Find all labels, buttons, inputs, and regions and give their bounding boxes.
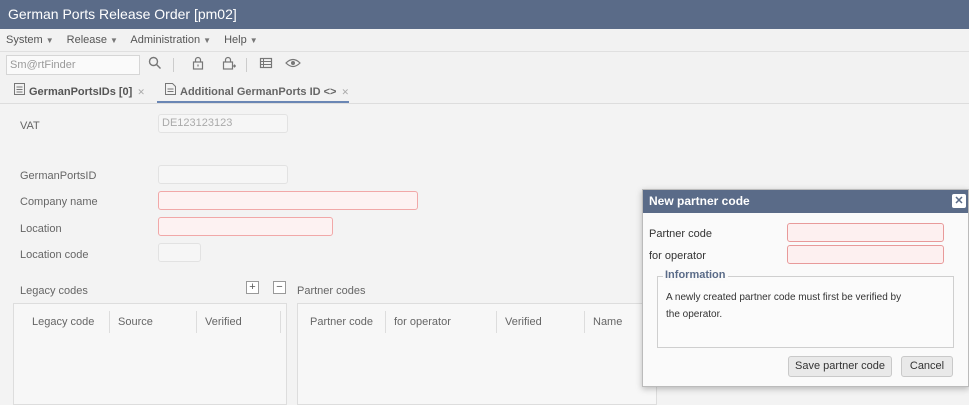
company-name-field[interactable]: [158, 191, 418, 210]
toolbar-separator: [246, 58, 247, 72]
germanportsid-label: GermanPortsID: [20, 170, 97, 182]
add-icon[interactable]: +: [246, 281, 259, 294]
menu-help[interactable]: Help ▼: [224, 34, 258, 46]
chevron-down-icon: ▼: [249, 36, 258, 45]
information-title: Information: [663, 269, 728, 281]
menu-system[interactable]: System ▼: [6, 34, 54, 46]
cancel-button[interactable]: Cancel: [901, 356, 953, 377]
lock-icon[interactable]: [189, 56, 207, 74]
location-code-label: Location code: [20, 249, 89, 261]
list-icon[interactable]: [257, 56, 275, 74]
column-header[interactable]: Partner code: [302, 311, 386, 333]
document-icon: [165, 81, 176, 103]
new-partner-code-dialog: New partner code ✕ Partner code for oper…: [642, 189, 969, 387]
close-icon[interactable]: ✕: [952, 194, 966, 208]
toolbar-separator: [173, 58, 174, 72]
partner-codes-title: Partner codes: [297, 285, 366, 297]
partner-codes-grid: Partner code for operator Verified Name: [297, 303, 657, 405]
menu-release[interactable]: Release ▼: [67, 34, 118, 46]
save-partner-code-button[interactable]: Save partner code: [788, 356, 892, 377]
column-header[interactable]: Verified: [197, 311, 281, 333]
partner-codes-header: Partner code for operator Verified Name: [298, 311, 656, 333]
menu-administration[interactable]: Administration ▼: [130, 34, 211, 46]
for-operator-label: for operator: [649, 250, 706, 262]
germanportsid-field[interactable]: [158, 165, 288, 184]
column-header[interactable]: Verified: [497, 311, 585, 333]
toolbar: Sm@rtFinder: [0, 52, 969, 78]
vat-label: VAT: [20, 120, 40, 132]
tab-germanportsids[interactable]: GermanPortsIDs [0] ✕: [6, 81, 145, 103]
chevron-down-icon: ▼: [110, 36, 118, 45]
location-field[interactable]: [158, 217, 333, 236]
window-title: German Ports Release Order [pm02]: [0, 0, 969, 29]
tab-bar: GermanPortsIDs [0] ✕ Additional GermanPor…: [0, 78, 969, 104]
partner-code-label: Partner code: [649, 228, 712, 240]
document-list-icon: [14, 81, 25, 103]
vat-field: DE123123123: [158, 114, 288, 133]
close-icon[interactable]: ✕: [341, 87, 349, 97]
information-text: A newly created partner code must first …: [666, 292, 902, 320]
column-header[interactable]: for operator: [386, 311, 497, 333]
location-code-field[interactable]: [158, 243, 201, 262]
unlock-add-icon[interactable]: [220, 56, 238, 74]
for-operator-field[interactable]: [787, 245, 944, 264]
remove-icon[interactable]: −: [273, 281, 286, 294]
chevron-down-icon: ▼: [203, 36, 212, 45]
column-header[interactable]: Legacy code: [24, 311, 110, 333]
tab-additional-germanports-id[interactable]: Additional GermanPorts ID <> ✕: [157, 81, 350, 103]
smartfinder-input[interactable]: Sm@rtFinder: [6, 55, 140, 75]
close-icon[interactable]: ✕: [137, 87, 145, 97]
column-header[interactable]: Source: [110, 311, 197, 333]
information-box: Information A newly created partner code…: [657, 269, 954, 348]
chevron-down-icon: ▼: [45, 36, 54, 45]
menu-bar: System ▼ Release ▼ Administration ▼ Help ▼: [0, 29, 969, 52]
dialog-title: New partner code: [643, 190, 968, 213]
legacy-codes-grid: Legacy code Source Verified: [13, 303, 287, 405]
partner-code-field[interactable]: [787, 223, 944, 242]
eye-icon[interactable]: [284, 56, 302, 74]
legacy-codes-header: Legacy code Source Verified: [14, 311, 286, 333]
location-label: Location: [20, 223, 62, 235]
legacy-codes-title: Legacy codes: [20, 285, 88, 297]
company-name-label: Company name: [20, 196, 98, 208]
search-icon[interactable]: [146, 56, 164, 74]
